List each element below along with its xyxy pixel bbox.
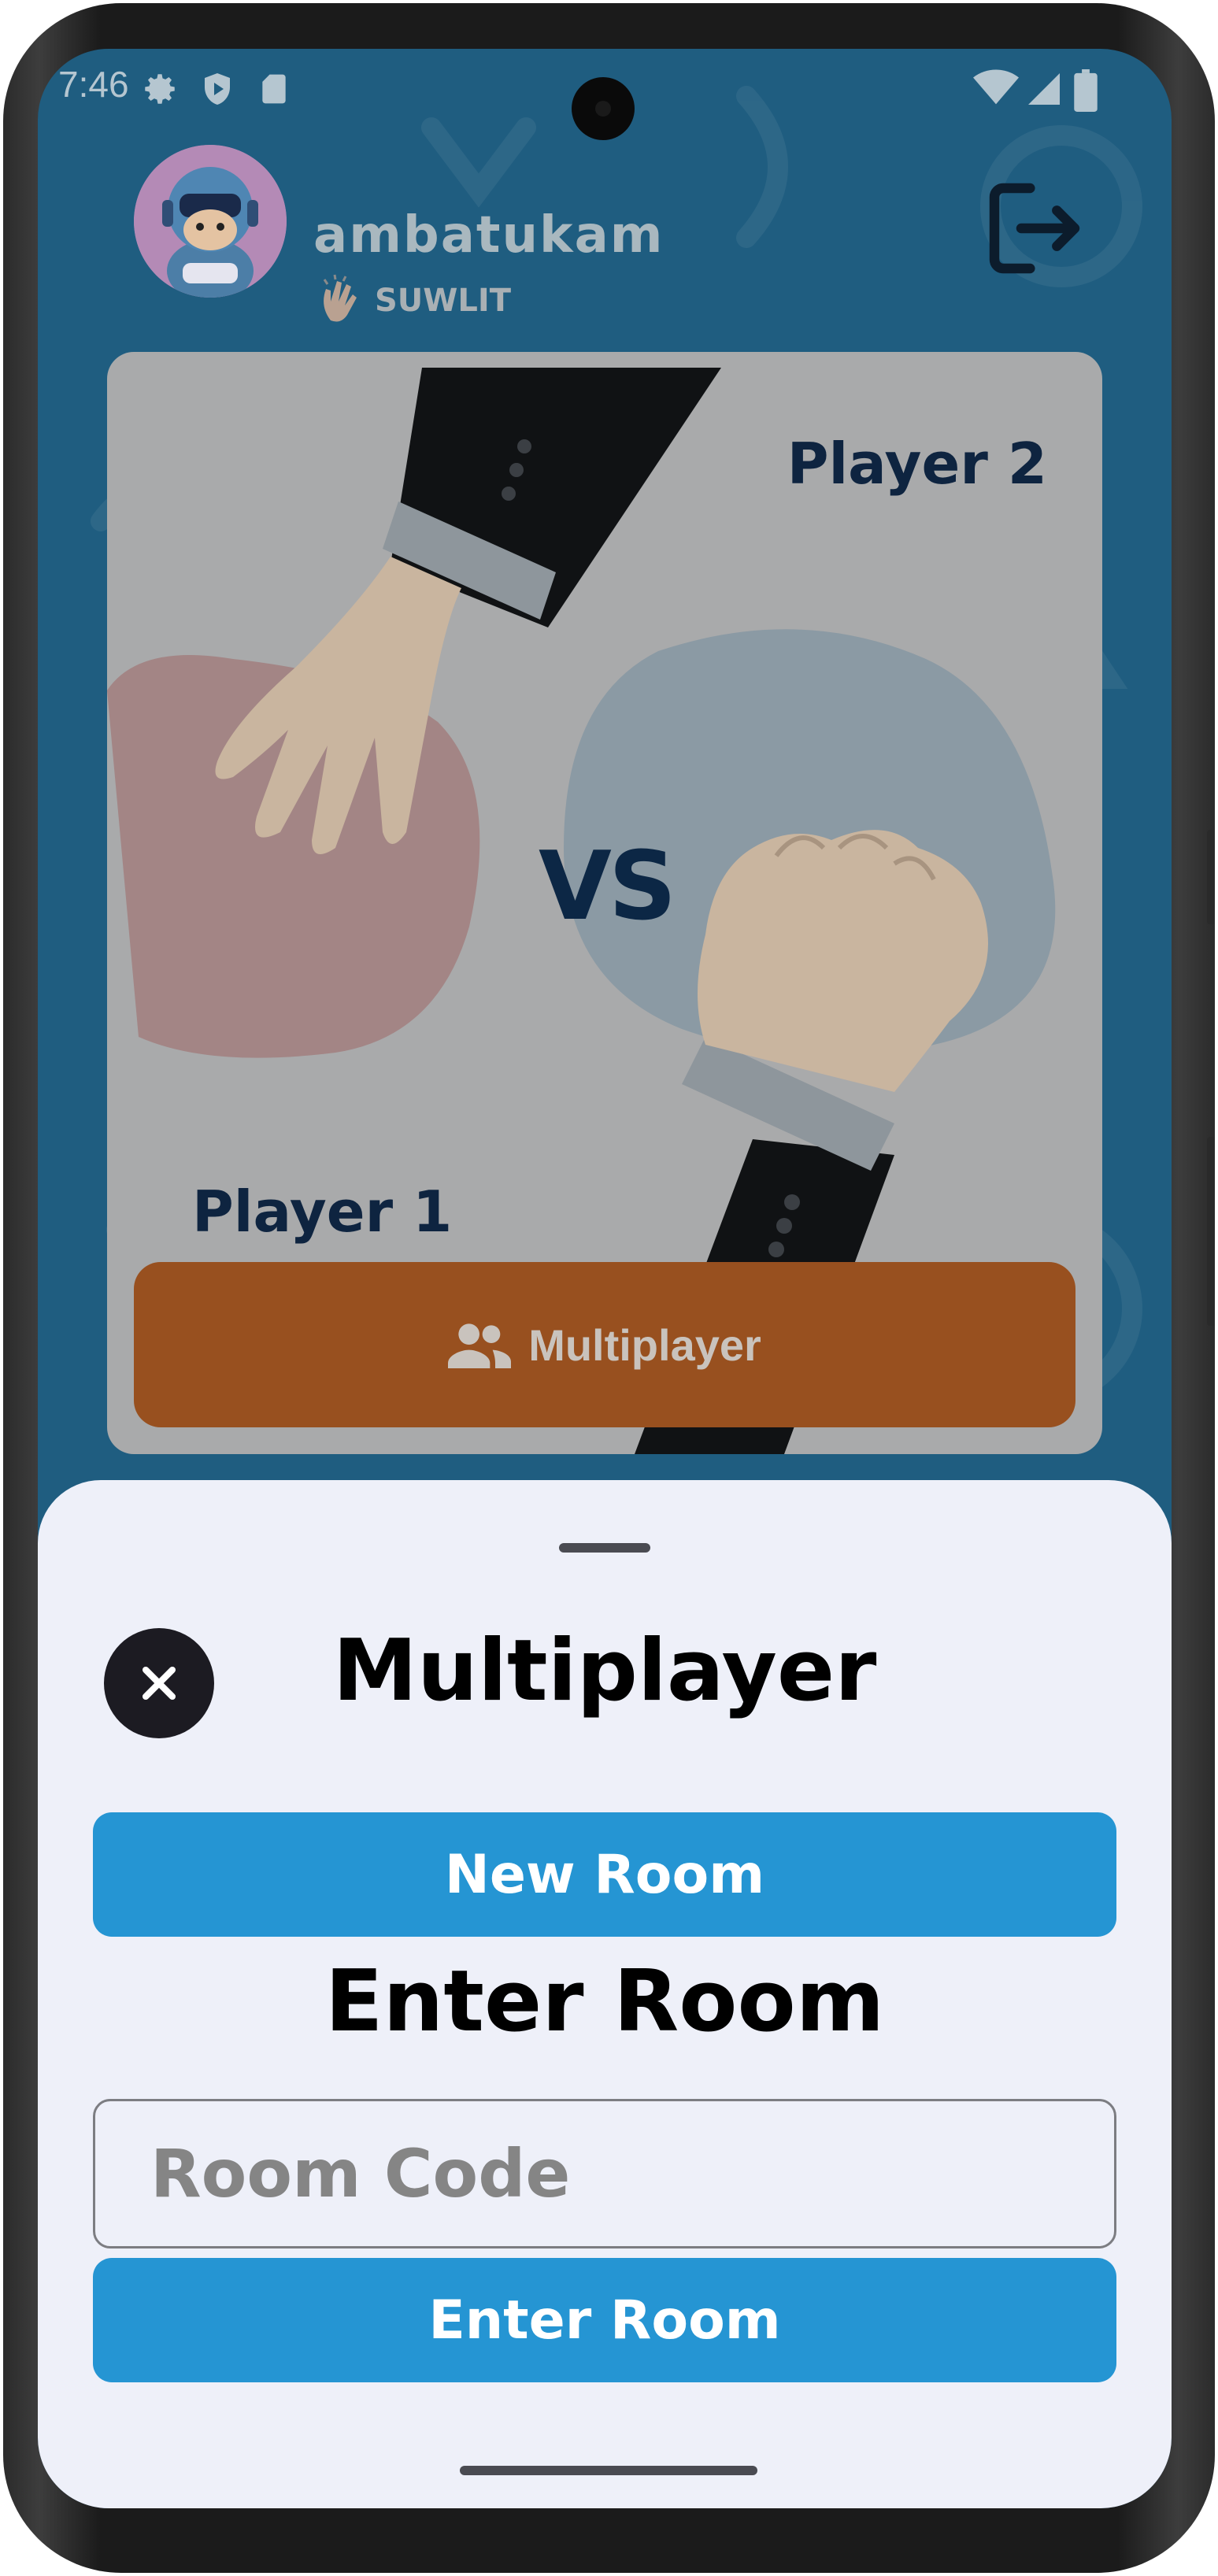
player-2-label: Player 2 — [787, 431, 1047, 497]
username: ambatukam — [313, 206, 665, 265]
avatar[interactable] — [134, 145, 287, 298]
people-icon — [448, 1323, 512, 1368]
volume-button — [1207, 830, 1215, 924]
multiplayer-bottom-sheet: Multiplayer New Room Enter Room Enter Ro… — [38, 1480, 1172, 2508]
front-camera — [572, 77, 635, 140]
shield-play-icon — [205, 73, 230, 105]
enter-room-heading: Enter Room — [324, 1952, 885, 2051]
gear-icon — [145, 74, 175, 104]
gesture-navigation-bar[interactable] — [460, 2466, 757, 2475]
room-code-input[interactable] — [93, 2099, 1116, 2248]
user-badge: SUWLIT — [315, 273, 511, 328]
sheet-drag-handle[interactable] — [559, 1543, 650, 1553]
status-time: 7:46 — [58, 64, 129, 105]
battery-icon — [1074, 69, 1098, 112]
multiplayer-button-label: Multiplayer — [528, 1319, 761, 1370]
phone-screen: 7:46 ambatukam SUWLIT Player 2 VS Player… — [38, 49, 1172, 2508]
clapping-hands-icon — [323, 274, 357, 322]
new-room-button[interactable]: New Room — [93, 1812, 1116, 1937]
robot-avatar-icon — [134, 145, 287, 298]
power-button — [1207, 1137, 1215, 1326]
rock-paper-scissors-hero-card: Player 2 VS Player 1 Multiplayer — [107, 352, 1102, 1454]
badge-label: SUWLIT — [375, 283, 512, 319]
vs-label: VS — [539, 832, 676, 942]
signal-icon — [1028, 73, 1060, 105]
logout-icon[interactable] — [981, 175, 1088, 282]
enter-room-button[interactable]: Enter Room — [93, 2258, 1116, 2382]
close-button[interactable] — [104, 1628, 214, 1738]
wifi-icon — [973, 69, 1019, 105]
sd-card-icon — [262, 74, 286, 104]
multiplayer-button[interactable]: Multiplayer — [134, 1262, 1075, 1427]
player-1-label: Player 1 — [192, 1179, 453, 1245]
close-icon — [142, 1666, 176, 1701]
